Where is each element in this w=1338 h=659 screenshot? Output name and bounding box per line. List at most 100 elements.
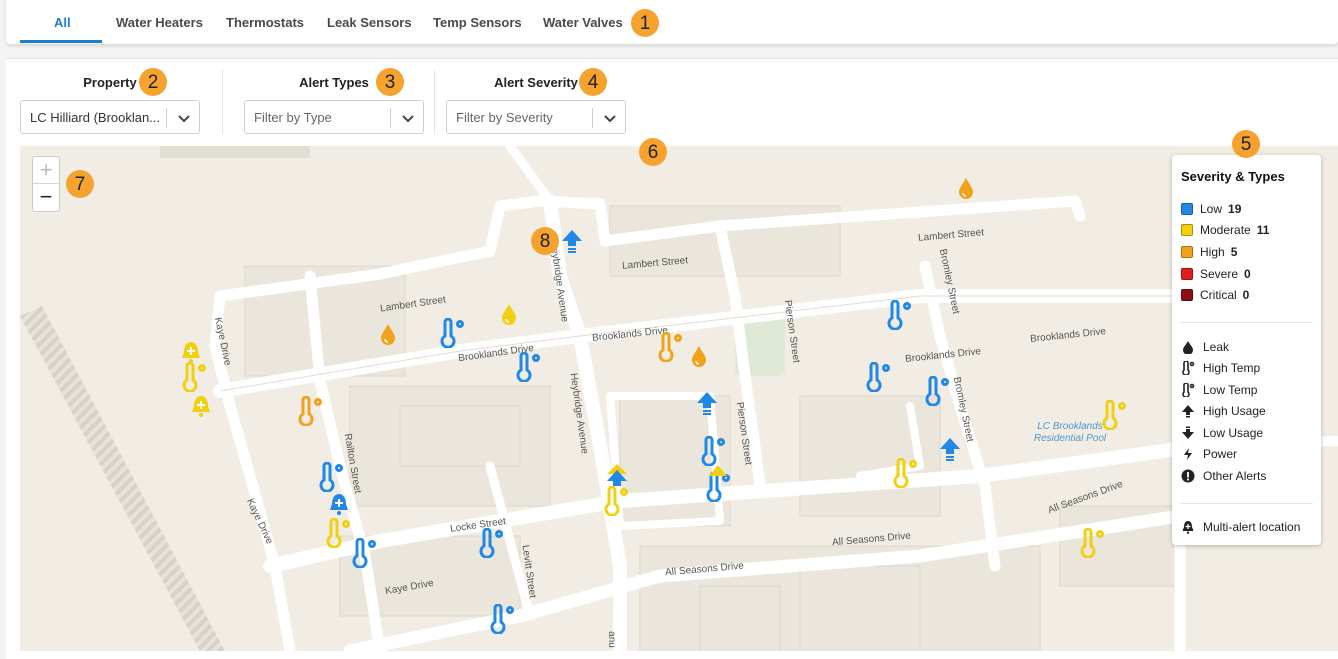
color-swatch — [1181, 289, 1193, 301]
color-swatch — [1181, 268, 1193, 280]
callout-badge: 6 — [639, 138, 667, 166]
thermometer-icon[interactable] — [490, 604, 516, 634]
thermometer-icon[interactable] — [925, 376, 951, 406]
legend-label: Leak — [1203, 340, 1230, 354]
alert-severity-placeholder: Filter by Severity — [456, 110, 553, 125]
thermometer-icon[interactable] — [604, 486, 630, 516]
thermometer-icon[interactable] — [479, 528, 505, 558]
thermometer-icon — [1182, 361, 1195, 375]
multi-arrow-up-icon[interactable] — [606, 464, 628, 490]
arrow-down-icon — [1182, 426, 1194, 439]
zoom-in-button[interactable]: + — [33, 157, 59, 184]
filter-divider — [222, 70, 223, 134]
arrow-up-icon — [1182, 405, 1194, 418]
thermometer-icon[interactable] — [326, 518, 352, 548]
legend-type-high-usage: High Usage — [1181, 404, 1266, 418]
severity-types-legend: Severity & Types Low 19 Moderate 11 High 5 … — [1172, 155, 1321, 545]
leak-droplet-icon[interactable] — [379, 322, 397, 346]
legend-severity-high: High 5 — [1181, 245, 1237, 259]
multi-alert-bell-icon[interactable] — [180, 340, 202, 364]
legend-label: High — [1200, 245, 1225, 259]
legend-label: High Temp — [1203, 361, 1261, 375]
droplet-icon — [1183, 341, 1193, 354]
alert-types-placeholder: Filter by Type — [254, 110, 332, 125]
arrow-up-icon[interactable] — [708, 464, 728, 478]
tab-temp-sensors[interactable]: Temp Sensors — [433, 0, 522, 44]
arrow-up-icon[interactable] — [561, 228, 583, 254]
callout-badge: 4 — [579, 68, 607, 96]
thermometer-icon[interactable] — [1102, 400, 1128, 430]
select-separator — [166, 108, 167, 128]
thermometer-icon[interactable] — [182, 362, 208, 392]
legend-multi-alert: Multi-alert location — [1181, 520, 1300, 534]
callout-badge: 2 — [139, 68, 167, 96]
thermometer-icon[interactable] — [658, 332, 684, 362]
arrow-up-icon[interactable] — [696, 390, 718, 416]
thermometer-icon[interactable] — [893, 458, 919, 488]
tab-thermostats[interactable]: Thermostats — [226, 0, 304, 44]
thermometer-icon[interactable] — [887, 300, 913, 330]
thermometer-icon[interactable] — [440, 318, 466, 348]
callout-badge: 5 — [1232, 130, 1260, 158]
property-selected-value: LC Hilliard (Brooklan... — [30, 110, 160, 125]
multi-alert-bell-icon[interactable] — [190, 394, 212, 418]
color-swatch — [1181, 203, 1193, 215]
thermometer-icon[interactable] — [516, 352, 542, 382]
multi-alert-bell-icon[interactable] — [328, 492, 350, 516]
thermometer-icon — [1182, 383, 1195, 397]
alerts-map[interactable]: Lambert Street Lambert Street Lambert St… — [20, 146, 1338, 651]
legend-divider — [1180, 503, 1313, 504]
thermometer-icon[interactable] — [319, 462, 345, 492]
legend-severity-low: Low 19 — [1181, 202, 1241, 216]
property-select[interactable]: LC Hilliard (Brooklan... — [20, 100, 200, 134]
tab-water-heaters[interactable]: Water Heaters — [116, 0, 203, 44]
legend-label: Moderate — [1200, 223, 1251, 237]
tab-water-valves[interactable]: Water Valves — [543, 0, 623, 44]
category-tab-bar — [6, 0, 1338, 45]
exclamation-icon — [1181, 469, 1195, 483]
arrow-up-icon[interactable] — [939, 436, 961, 462]
multi-alert-bell-icon — [1182, 521, 1194, 534]
tab-leak-sensors[interactable]: Leak Sensors — [327, 0, 412, 44]
legend-label: Low Temp — [1203, 383, 1258, 397]
filter-divider — [434, 70, 435, 134]
legend-count: 0 — [1244, 267, 1251, 281]
leak-droplet-icon[interactable] — [957, 176, 975, 200]
street-label: anu — [605, 631, 617, 648]
thermometer-icon[interactable] — [352, 538, 378, 568]
thermometer-icon[interactable] — [866, 362, 892, 392]
color-swatch — [1181, 246, 1193, 258]
legend-label: Severe — [1200, 267, 1239, 281]
thermometer-icon[interactable] — [1080, 528, 1106, 558]
chevron-down-icon[interactable] — [397, 107, 419, 129]
alert-types-select[interactable]: Filter by Type — [244, 100, 424, 134]
chevron-down-icon[interactable] — [599, 107, 621, 129]
chevron-down-icon[interactable] — [173, 107, 195, 129]
legend-divider — [1180, 322, 1313, 323]
color-swatch — [1181, 224, 1193, 236]
legend-label: Low Usage — [1203, 426, 1264, 440]
legend-severity-moderate: Moderate 11 — [1181, 223, 1269, 237]
leak-droplet-icon[interactable] — [690, 344, 708, 368]
thermometer-icon[interactable] — [298, 396, 324, 426]
legend-label: Low — [1200, 202, 1223, 216]
callout-badge: 3 — [376, 68, 404, 96]
select-separator — [390, 108, 391, 128]
active-tab-indicator — [20, 40, 102, 43]
tab-all[interactable]: All — [54, 0, 71, 44]
alert-severity-select[interactable]: Filter by Severity — [446, 100, 626, 134]
leak-droplet-icon[interactable] — [500, 302, 518, 326]
legend-label: Critical — [1200, 288, 1237, 302]
legend-count: 11 — [1256, 223, 1270, 237]
thermometer-icon[interactable] — [701, 436, 727, 466]
zoom-out-button[interactable]: − — [33, 184, 59, 210]
legend-type-low-usage: Low Usage — [1181, 426, 1263, 440]
select-separator — [592, 108, 593, 128]
legend-type-leak: Leak — [1181, 340, 1229, 354]
legend-type-high-temp: High Temp — [1181, 361, 1260, 375]
bolt-icon — [1184, 448, 1192, 460]
zoom-control: + − — [32, 156, 60, 212]
legend-type-power: Power — [1181, 447, 1237, 461]
legend-severity-critical: Critical 0 — [1181, 288, 1249, 302]
legend-label: Multi-alert location — [1203, 520, 1301, 534]
